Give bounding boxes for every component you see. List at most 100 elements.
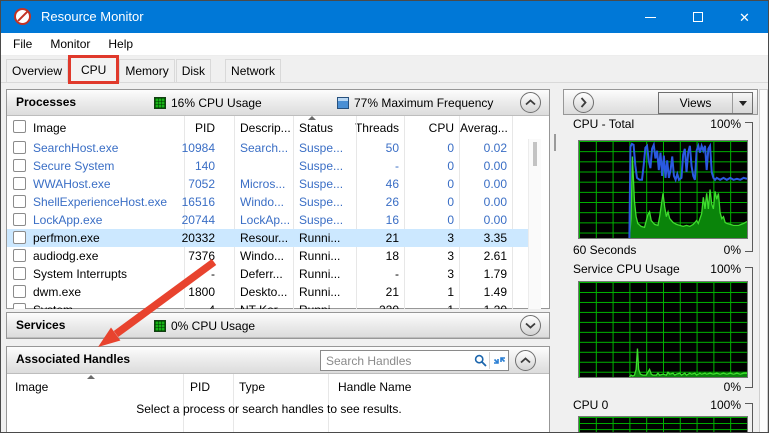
chevron-up-icon <box>525 99 536 106</box>
column-handle-pid[interactable]: PID <box>190 378 230 396</box>
column-cpu[interactable]: CPU <box>407 119 454 137</box>
handles-empty-message: Select a process or search handles to se… <box>136 402 402 416</box>
titlebar: Resource Monitor ✕ <box>1 1 768 33</box>
graph3-max-label: 100% <box>710 398 741 412</box>
menu-bar: File Monitor Help <box>1 33 768 56</box>
chevron-down-icon <box>525 322 536 329</box>
tab-memory[interactable]: Memory <box>119 59 175 82</box>
search-button[interactable] <box>471 351 489 370</box>
right-panel-scrollbar[interactable] <box>759 89 768 432</box>
table-row[interactable]: SearchHost.exe 10984 Search... Suspe... … <box>7 139 528 157</box>
max-frequency-chip: 77% Maximum Frequency <box>337 96 493 110</box>
refresh-arrows-icon <box>493 357 505 364</box>
cpu-usage-led-icon <box>154 97 166 109</box>
table-row[interactable]: perfmon.exe 20332 Resour... Runni... 21 … <box>7 229 528 247</box>
graph1-scale-bracket <box>745 122 753 252</box>
row-checkbox[interactable] <box>13 285 26 298</box>
app-icon <box>14 8 31 25</box>
row-checkbox[interactable] <box>13 303 26 309</box>
graph1-max-label: 100% <box>710 117 741 131</box>
cpu0-graph <box>578 416 748 432</box>
column-description[interactable]: Descrip... <box>240 119 292 137</box>
search-icon <box>474 354 487 367</box>
graph2-min-label: 0% <box>723 380 741 394</box>
services-cpu-led-icon <box>154 320 166 332</box>
services-expand-button[interactable] <box>520 315 541 336</box>
resource-monitor-window: Resource Monitor ✕ File Monitor Help Overv… <box>0 0 769 433</box>
column-image[interactable]: Image <box>33 119 181 137</box>
processes-scrollbar[interactable] <box>528 139 541 309</box>
menu-item-help[interactable]: Help <box>99 33 142 55</box>
chevron-right-icon <box>580 97 587 108</box>
graph3-title: CPU 0 <box>573 398 609 412</box>
tab-cpu[interactable]: CPU <box>68 55 120 84</box>
table-row[interactable]: System Interrupts - Deferr... Runni... -… <box>7 265 528 283</box>
row-checkbox[interactable] <box>13 177 26 190</box>
table-row[interactable]: WWAHost.exe 7052 Micros... Suspe... 46 0… <box>7 175 528 193</box>
menu-item-monitor[interactable]: Monitor <box>41 33 99 55</box>
search-handles-input[interactable] <box>321 353 471 368</box>
dropdown-arrow-icon <box>738 100 747 106</box>
processes-collapse-button[interactable] <box>520 92 541 113</box>
column-handle-type[interactable]: Type <box>239 378 319 396</box>
table-row[interactable]: System 4 NT Ker... Runni... 220 1 1.20 <box>7 301 528 309</box>
row-checkbox[interactable] <box>13 141 26 154</box>
services-header: Services 0% CPU Usage <box>7 313 549 338</box>
max-frequency-label: 77% Maximum Frequency <box>354 96 494 110</box>
table-row[interactable]: dwm.exe 1800 Deskto... Runni... 21 1 1.4… <box>7 283 528 301</box>
table-row[interactable]: Secure System 140 Suspe... - 0 0.00 <box>7 157 528 175</box>
column-handle-image[interactable]: Image <box>15 378 175 396</box>
row-checkbox[interactable] <box>13 213 26 226</box>
views-button[interactable]: Views <box>658 92 753 114</box>
column-average[interactable]: Averag... <box>460 119 507 137</box>
column-handle-name[interactable]: Handle Name <box>338 378 488 396</box>
graph2-max-label: 100% <box>710 262 741 276</box>
service-cpu-graph <box>578 281 748 378</box>
close-button[interactable]: ✕ <box>721 1 768 33</box>
tab-network[interactable]: Network <box>225 59 282 82</box>
processes-header: Processes 16% CPU Usage 77% Maximum Freq… <box>7 90 549 116</box>
graphs-toolbar: Views <box>563 89 758 115</box>
sort-ascending-icon <box>308 116 316 120</box>
maximize-button[interactable] <box>674 1 721 33</box>
minimize-button[interactable] <box>627 1 674 33</box>
views-dropdown-button[interactable] <box>732 93 752 113</box>
cpu-total-graph <box>578 140 748 239</box>
table-row[interactable]: LockApp.exe 20744 LockAp... Suspe... 16 … <box>7 211 528 229</box>
scrollbar-thumb[interactable] <box>533 142 537 166</box>
handles-column-header: Image PID Type Handle Name <box>7 374 549 397</box>
services-cpu-label: 0% CPU Usage <box>171 319 256 333</box>
services-section: Services 0% CPU Usage <box>6 312 550 339</box>
row-checkbox[interactable] <box>13 231 26 244</box>
panel-splitter[interactable] <box>554 134 556 151</box>
maximize-icon <box>692 12 703 22</box>
handles-header: Associated Handles <box>7 347 549 374</box>
graph2-scale-bracket <box>745 267 753 388</box>
row-checkbox[interactable] <box>13 249 26 262</box>
max-frequency-icon <box>337 97 349 109</box>
handles-collapse-button[interactable] <box>515 350 536 371</box>
minimize-icon <box>645 16 656 18</box>
search-refresh-button[interactable] <box>490 351 508 370</box>
row-checkbox[interactable] <box>13 195 26 208</box>
graph1-min-label: 0% <box>723 243 741 257</box>
menu-item-file[interactable]: File <box>4 33 41 55</box>
processes-section: Processes 16% CPU Usage 77% Maximum Freq… <box>6 89 550 309</box>
column-threads[interactable]: Threads <box>337 119 399 137</box>
tab-disk[interactable]: Disk <box>175 59 212 82</box>
processes-table: SearchHost.exe 10984 Search... Suspe... … <box>7 139 549 309</box>
views-button-label: Views <box>679 96 712 110</box>
tab-overview[interactable]: Overview <box>6 59 69 82</box>
row-checkbox[interactable] <box>13 159 26 172</box>
table-row[interactable]: audiodg.exe 7376 Windo... Runni... 18 3 … <box>7 247 528 265</box>
row-checkbox[interactable] <box>13 267 26 280</box>
column-pid[interactable]: PID <box>167 119 215 137</box>
services-cpu-chip: 0% CPU Usage <box>154 319 255 333</box>
sort-ascending-icon <box>87 375 95 379</box>
table-row[interactable]: ShellExperienceHost.exe 16516 Windo... S… <box>7 193 528 211</box>
window-controls: ✕ <box>627 1 768 33</box>
chevron-up-icon <box>520 357 531 364</box>
panel-expand-button[interactable] <box>573 92 594 113</box>
select-all-checkbox[interactable] <box>13 120 26 133</box>
graph3-scale-bracket <box>745 403 753 432</box>
